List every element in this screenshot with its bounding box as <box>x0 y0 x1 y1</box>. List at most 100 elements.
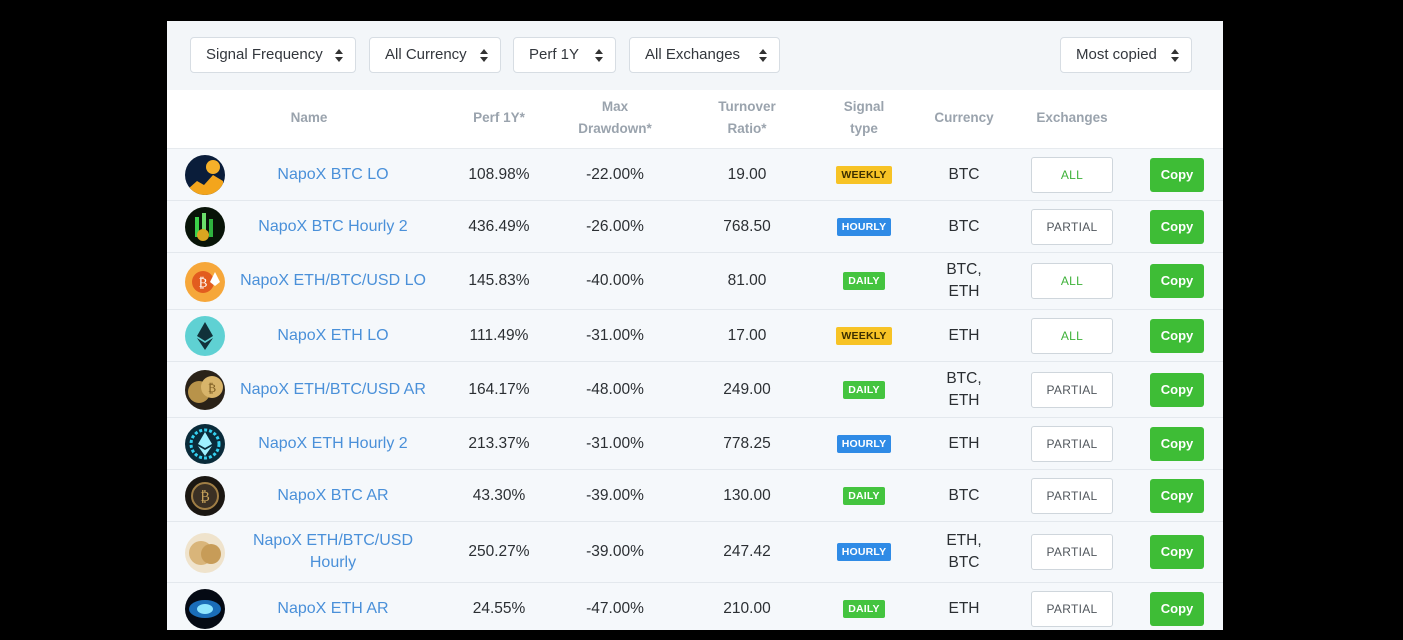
exchanges-button[interactable]: PARTIAL <box>1031 477 1113 514</box>
exchanges-cell: PARTIAL <box>1022 201 1122 252</box>
svg-text:₿: ₿ <box>200 489 210 505</box>
table-row[interactable]: ₿ NapoX BTC AR 43.30% -39.00% 130.00 DAILY BTC… <box>167 470 1223 522</box>
turnover-value: 768.50 <box>723 217 771 235</box>
table-row[interactable]: NapoX BTC LO 108.98% -22.00% 19.00 WEEKLY BTC… <box>167 149 1223 201</box>
exchanges-button[interactable]: ALL <box>1031 156 1113 193</box>
exchanges-button[interactable]: ALL <box>1031 263 1113 299</box>
max-drawdown-value: -31.00% <box>586 434 644 452</box>
exchanges-button[interactable]: PARTIAL <box>1031 534 1113 570</box>
currency-label: All Currency <box>385 46 467 63</box>
header-perf[interactable]: Perf 1Y* <box>449 107 549 129</box>
exchanges-button[interactable]: PARTIAL <box>1031 208 1113 245</box>
copy-button[interactable]: Copy <box>1150 426 1204 461</box>
strategy-name-link[interactable]: NapoX ETH/BTC/USD LO <box>237 253 429 309</box>
table-row[interactable]: ₿ NapoX ETH/BTC/USD LO 145.83% -40.00% 81.00… <box>167 253 1223 310</box>
copy-button[interactable]: Copy <box>1150 318 1204 353</box>
signal-frequency-select[interactable]: Signal Frequency <box>190 37 356 73</box>
sort-caret-icon <box>480 49 488 62</box>
copy-button[interactable]: Copy <box>1150 157 1204 192</box>
exchanges-button[interactable]: ALL <box>1031 317 1113 354</box>
svg-text:₿: ₿ <box>208 381 216 395</box>
exchanges-cell: PARTIAL <box>1022 583 1122 630</box>
copy-cell: Copy <box>1140 418 1214 469</box>
copy-button[interactable]: Copy <box>1150 209 1204 244</box>
eth-teal-icon <box>185 316 225 356</box>
max-drawdown-value: -47.00% <box>586 599 644 617</box>
perf-value: 436.49% <box>468 217 530 235</box>
header-name[interactable]: Name <box>249 107 369 129</box>
btc-dark-coin-icon: ₿ <box>185 476 225 516</box>
perf-value: 145.83% <box>468 272 530 289</box>
header-turnover-line1: Turnover <box>718 99 776 114</box>
exchanges-cell: ALL <box>1022 253 1122 309</box>
header-max-drawdown[interactable]: Max Drawdown* <box>555 96 675 140</box>
strategy-name-link[interactable]: NapoX ETH Hourly 2 <box>237 418 429 469</box>
table-row[interactable]: NapoX ETH Hourly 2 213.37% -31.00% 778.25 HO… <box>167 418 1223 470</box>
table-header: Name Perf 1Y* Max Drawdown* Turnover Rat… <box>167 90 1223 149</box>
svg-text:₿: ₿ <box>199 276 208 291</box>
max-drawdown-value: -22.00% <box>586 165 644 183</box>
header-max-drawdown-line2: Drawdown* <box>578 121 652 136</box>
header-turnover[interactable]: Turnover Ratio* <box>687 96 807 140</box>
strategy-name-link[interactable]: NapoX ETH/BTC/USD AR <box>237 362 429 417</box>
header-signal-type[interactable]: Signal type <box>814 96 914 140</box>
table-row[interactable]: NapoX ETH AR 24.55% -47.00% 210.00 DAILY ETH P… <box>167 583 1223 630</box>
exchanges-select[interactable]: All Exchanges <box>629 37 780 73</box>
header-max-drawdown-line1: Max <box>601 99 629 114</box>
table-row[interactable]: NapoX ETH LO 111.49% -31.00% 17.00 WEEKLY ETH… <box>167 310 1223 362</box>
filter-bar: Signal Frequency All Currency Perf 1Y Al… <box>167 21 1223 90</box>
strategy-name-link[interactable]: NapoX ETH AR <box>237 583 429 630</box>
perf-label: Perf 1Y <box>529 46 580 63</box>
sort-label: Most copied <box>1076 46 1157 63</box>
perf-value: 213.37% <box>468 434 530 452</box>
header-exchanges[interactable]: Exchanges <box>1022 107 1122 129</box>
turnover-value: 17.00 <box>727 326 767 344</box>
turnover-value: 210.00 <box>723 599 771 617</box>
copy-button[interactable]: Copy <box>1150 264 1204 298</box>
currency-select[interactable]: All Currency <box>369 37 501 73</box>
table-row[interactable]: NapoX BTC Hourly 2 436.49% -26.00% 768.50 HO… <box>167 201 1223 253</box>
max-drawdown-value: -26.00% <box>586 217 644 235</box>
turnover-value: 249.00 <box>723 380 771 398</box>
copy-button[interactable]: Copy <box>1150 591 1204 626</box>
signal-type-badge: WEEKLY <box>836 165 892 184</box>
currency-value: BTC <box>948 165 980 183</box>
copy-cell: Copy <box>1140 362 1214 417</box>
currency-value: BTC <box>948 217 980 235</box>
eth-space-icon <box>185 589 225 629</box>
btc-eth-orange-icon: ₿ <box>185 261 225 302</box>
exchanges-button[interactable]: PARTIAL <box>1031 425 1113 462</box>
signal-type-badge: DAILY <box>843 599 885 618</box>
strategy-name-link[interactable]: NapoX BTC LO <box>237 149 429 200</box>
coins-gold-icon: ₿ <box>185 370 225 410</box>
strategy-name-link[interactable]: NapoX BTC Hourly 2 <box>237 201 429 252</box>
perf-value: 24.55% <box>472 599 526 617</box>
sort-caret-icon <box>595 49 603 62</box>
signal-type-cell: HOURLY <box>814 201 914 252</box>
header-currency[interactable]: Currency <box>914 107 1014 129</box>
copy-cell: Copy <box>1140 253 1214 309</box>
copy-cell: Copy <box>1140 201 1214 252</box>
sort-select[interactable]: Most copied <box>1060 37 1192 73</box>
table-row[interactable]: NapoX ETH/BTC/USD Hourly 250.27% -39.00% 24… <box>167 522 1223 583</box>
signal-type-cell: DAILY <box>814 253 914 309</box>
max-drawdown-value: -48.00% <box>586 380 644 398</box>
exchanges-cell: PARTIAL <box>1022 362 1122 417</box>
copy-cell: Copy <box>1140 149 1214 200</box>
strategy-name-link[interactable]: NapoX ETH/BTC/USD Hourly <box>237 522 429 582</box>
table-row[interactable]: ₿ NapoX ETH/BTC/USD AR 164.17% -48.00% 249.0… <box>167 362 1223 418</box>
signal-type-cell: WEEKLY <box>814 310 914 361</box>
currency-value: BTC, ETH <box>946 369 982 409</box>
currency-value: ETH, BTC <box>946 532 982 571</box>
exchanges-button[interactable]: PARTIAL <box>1031 371 1113 408</box>
copy-button[interactable]: Copy <box>1150 372 1204 407</box>
strategy-name-link[interactable]: NapoX ETH LO <box>237 310 429 361</box>
signal-type-badge: DAILY <box>843 380 885 399</box>
exchanges-button[interactable]: PARTIAL <box>1031 590 1113 627</box>
exchanges-label: All Exchanges <box>645 46 741 63</box>
strategy-name-link[interactable]: NapoX BTC AR <box>237 470 429 521</box>
copy-button[interactable]: Copy <box>1150 535 1204 569</box>
perf-select[interactable]: Perf 1Y <box>513 37 616 73</box>
copy-button[interactable]: Copy <box>1150 478 1204 513</box>
signal-type-badge: DAILY <box>843 486 885 505</box>
